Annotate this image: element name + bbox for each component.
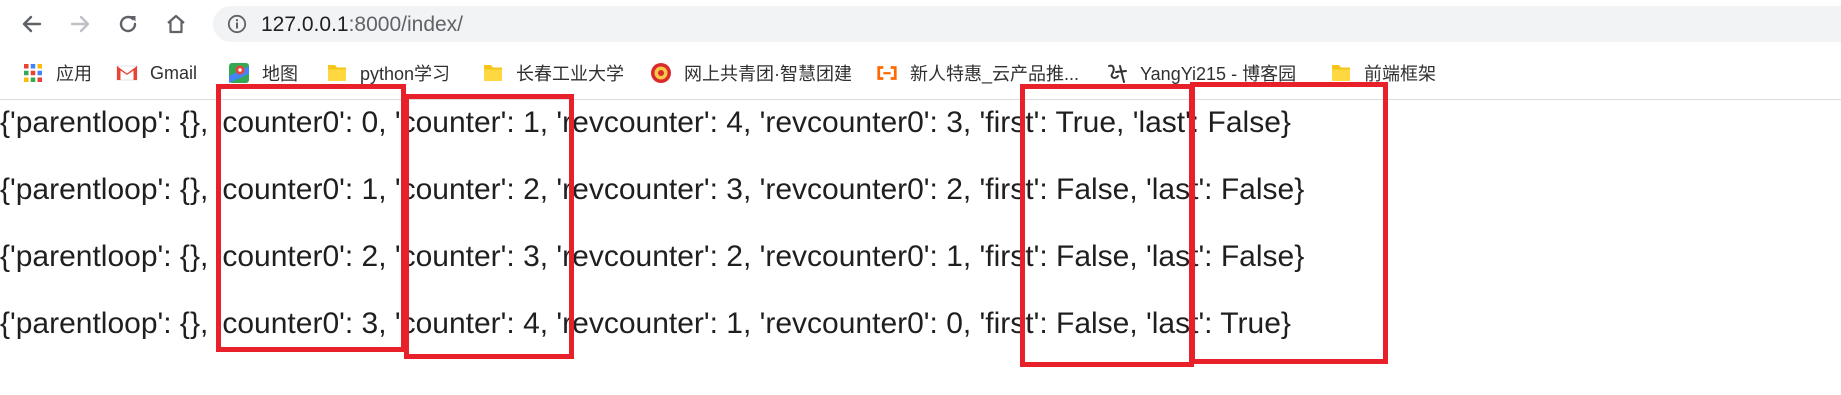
highlight-box-counter (404, 94, 574, 359)
apps-grid-icon (22, 62, 44, 84)
revcounter-text: 'revcounter': 4, 'revcounter0': 3, (548, 106, 972, 139)
bookmark-label: 新人特惠_云产品推... (910, 64, 1080, 84)
maps-icon (228, 62, 250, 84)
bookmark-apps[interactable]: 应用 (22, 60, 92, 86)
bookmark-label: 网上共青团·智慧团建 (684, 64, 852, 84)
bookmark-folder-python[interactable]: python学习 (326, 60, 450, 86)
highlight-box-first (1020, 84, 1194, 367)
parentloop-text: {'parentloop': {}, (0, 173, 209, 206)
bookmark-label: 长春工业大学 (516, 64, 624, 84)
back-button[interactable] (16, 8, 48, 40)
reload-button[interactable] (112, 8, 144, 40)
site-info-icon[interactable] (227, 14, 247, 34)
home-button[interactable] (160, 8, 192, 40)
league-emblem-icon (650, 62, 672, 84)
home-icon (167, 14, 185, 34)
highlight-box-counter0 (216, 84, 406, 352)
bookmark-label: 应用 (56, 64, 92, 84)
url-text[interactable]: 127.0.0.1:8000/index/ (261, 13, 463, 37)
bookmark-label: python学习 (360, 64, 451, 84)
parentloop-text: {'parentloop': {}, (0, 106, 209, 139)
bookmark-maps[interactable]: 地图 (228, 60, 298, 86)
highlight-box-last (1190, 82, 1388, 364)
back-arrow-icon (22, 15, 42, 33)
bookmark-folder-ccut[interactable]: 长春工业大学 (482, 60, 624, 86)
page-body: {'parentloop': {}, 'counter0': 0, 'count… (0, 82, 1841, 395)
url-host: 127.0.0.1 (261, 13, 349, 36)
parentloop-text: {'parentloop': {}, (0, 240, 209, 273)
bookmark-label: 地图 (262, 64, 298, 84)
aliyun-icon (876, 62, 898, 84)
bookmark-youth-league[interactable]: 网上共青团·智慧团建 (650, 60, 852, 86)
revcounter-text: 'revcounter': 2, 'revcounter0': 1, (548, 240, 972, 273)
bookmark-label: Gmail (150, 62, 198, 83)
folder-icon (482, 62, 504, 84)
url-path: :8000/index/ (348, 13, 464, 36)
parentloop-text: {'parentloop': {}, (0, 307, 209, 340)
bookmark-aliyun[interactable]: 新人特惠_云产品推... (876, 60, 1079, 86)
gmail-icon (116, 62, 138, 84)
forward-arrow-icon (70, 15, 90, 33)
folder-icon (326, 62, 348, 84)
folder-icon (1330, 62, 1352, 84)
browser-toolbar: 127.0.0.1:8000/index/ (0, 0, 1841, 48)
revcounter-text: 'revcounter': 3, 'revcounter0': 2, (548, 173, 972, 206)
address-bar[interactable]: 127.0.0.1:8000/index/ (213, 6, 1841, 42)
cnblogs-icon (1106, 62, 1128, 84)
reload-icon (119, 15, 137, 33)
revcounter-text: 'revcounter': 1, 'revcounter0': 0, (548, 307, 972, 340)
bookmark-gmail[interactable]: Gmail (116, 60, 197, 86)
forward-button[interactable] (64, 8, 96, 40)
